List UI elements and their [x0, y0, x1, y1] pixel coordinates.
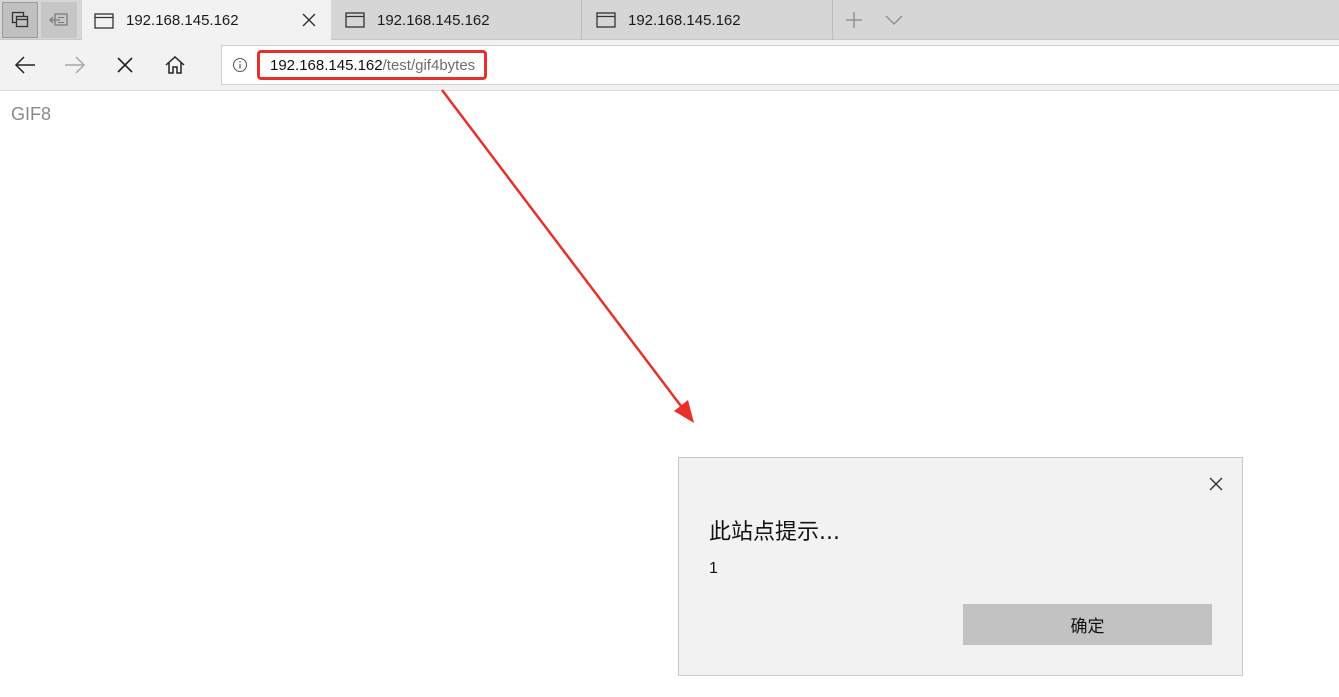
home-icon	[165, 56, 185, 74]
forward-arrow-icon	[65, 56, 86, 74]
tab-preview-button[interactable]	[878, 6, 910, 34]
tab-title: 192.168.145.162	[628, 11, 741, 29]
tabs-aside-icon	[11, 11, 29, 28]
stop-button[interactable]	[103, 45, 147, 85]
tab-1[interactable]: 192.168.145.162	[82, 0, 331, 41]
dialog-close-button[interactable]	[1204, 472, 1228, 496]
dialog-title: 此站点提示...	[709, 520, 840, 545]
stop-icon	[117, 57, 133, 73]
tab-2[interactable]: 192.168.145.162	[333, 0, 582, 40]
home-button[interactable]	[153, 45, 197, 85]
chevron-down-icon	[885, 15, 903, 25]
close-icon	[302, 13, 316, 27]
url-host: 192.168.145.162	[270, 56, 383, 74]
page-icon	[345, 12, 365, 28]
info-icon[interactable]	[232, 57, 248, 73]
set-aside-tabs-button[interactable]	[41, 2, 77, 38]
close-icon	[1209, 477, 1223, 491]
url-path: /test/gif4bytes	[382, 56, 476, 74]
navigation-bar: 192.168.145.162/test/gif4bytes	[0, 40, 1339, 91]
address-bar[interactable]: 192.168.145.162/test/gif4bytes	[221, 45, 1339, 85]
page-icon	[94, 12, 114, 29]
page-body-text: GIF8	[11, 104, 52, 124]
url-highlight-box[interactable]: 192.168.145.162/test/gif4bytes	[257, 50, 488, 80]
back-arrow-icon	[14, 56, 35, 74]
alert-dialog: 此站点提示... 1 确定	[678, 457, 1243, 676]
new-tab-button[interactable]	[838, 6, 870, 34]
tab-strip: 192.168.145.162 192.168.145.162 192.168.…	[0, 0, 1339, 41]
ok-button[interactable]: 确定	[963, 604, 1212, 645]
tab-close-button[interactable]	[295, 6, 323, 34]
tabs-aside-button[interactable]	[2, 2, 38, 38]
tab-3[interactable]: 192.168.145.162	[584, 0, 833, 40]
forward-button[interactable]	[53, 45, 97, 85]
back-button[interactable]	[3, 45, 47, 85]
tab-title: 192.168.145.162	[377, 11, 490, 29]
dialog-message: 1	[709, 560, 718, 577]
plus-icon	[846, 12, 862, 28]
tab-title: 192.168.145.162	[126, 12, 239, 29]
set-aside-tabs-icon	[49, 13, 68, 26]
page-icon	[596, 12, 616, 28]
